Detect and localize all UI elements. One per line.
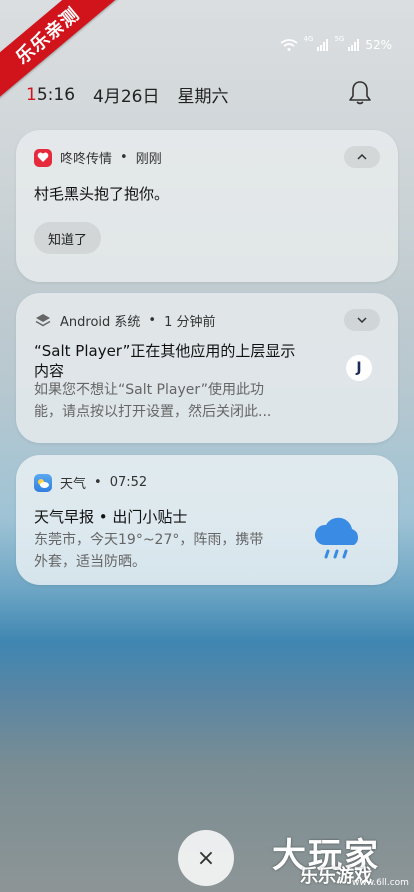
notification-time: 刚刚 <box>135 152 162 167</box>
notification-body: 东莞市，今天19°~27°，阵雨，携带 外套，适当防晒。 <box>34 532 264 570</box>
battery-percent: 52% <box>365 38 392 52</box>
notification-body: 如果您不想让“Salt Player”使用此功 能，请点按以打开设置，然后关闭此… <box>34 382 272 420</box>
separator: • <box>148 313 157 328</box>
cloud-sun-icon <box>34 473 52 492</box>
clear-notifications-button[interactable]: × <box>178 830 234 886</box>
notification-header: 天气 • 07:52 <box>34 473 147 492</box>
app-name: 天气 <box>60 477 87 492</box>
clock: 15:16 <box>26 84 76 105</box>
app-name: Android 系统 <box>60 315 141 330</box>
collapse-button[interactable] <box>344 146 380 168</box>
notification-card-weather[interactable]: 天气 • 07:52 天气早报 • 出门小贴士 东莞市，今天19°~27°，阵雨… <box>16 455 398 585</box>
bell-icon <box>349 81 371 105</box>
separator: • <box>94 475 102 490</box>
notification-title: 村毛黑头抱了抱你。 <box>34 185 170 203</box>
time-date-row: 15:16 4月26日 星期六 <box>26 82 229 108</box>
weekday: 星期六 <box>177 87 229 107</box>
notification-time: 1 分钟前 <box>164 315 216 330</box>
chevron-up-icon <box>357 154 367 160</box>
notification-card-android-system[interactable]: Android 系统 • 1 分钟前 “Salt Player”正在其他应用的上… <box>16 293 398 443</box>
app-name: 咚咚传情 <box>60 152 113 167</box>
date: 4月26日 <box>93 87 160 107</box>
notification-title: 天气早报 • 出门小贴士 <box>34 508 188 526</box>
notification-title: “Salt Player”正在其他应用的上层显示 内容 <box>34 342 296 380</box>
notification-header: Android 系统 • 1 分钟前 <box>34 311 215 330</box>
chevron-down-icon <box>357 317 367 323</box>
close-icon: × <box>196 845 216 871</box>
layers-icon <box>35 313 51 326</box>
signal-2-label: 5G <box>334 35 345 43</box>
acknowledge-button[interactable]: 知道了 <box>34 222 102 254</box>
signal-1-icon <box>317 39 329 51</box>
separator: • <box>120 150 128 165</box>
status-bar-right: 4G 5G 52% <box>280 35 392 52</box>
heart-icon <box>34 148 52 167</box>
expand-button[interactable] <box>344 309 380 331</box>
notification-time: 07:52 <box>109 475 148 490</box>
notification-header: 咚咚传情 • 刚刚 <box>34 148 162 167</box>
notification-settings-button[interactable] <box>348 80 372 106</box>
signal-1-label: 4G <box>303 35 314 43</box>
wifi-icon <box>280 39 298 51</box>
salt-player-app-badge: J <box>346 355 372 381</box>
signal-2-icon <box>348 39 360 51</box>
notification-card-dongdong[interactable]: 咚咚传情 • 刚刚 村毛黑头抱了抱你。 知道了 <box>16 130 398 282</box>
rain-cloud-icon <box>314 517 359 559</box>
watermark-url: www.6ll.com <box>352 878 409 888</box>
